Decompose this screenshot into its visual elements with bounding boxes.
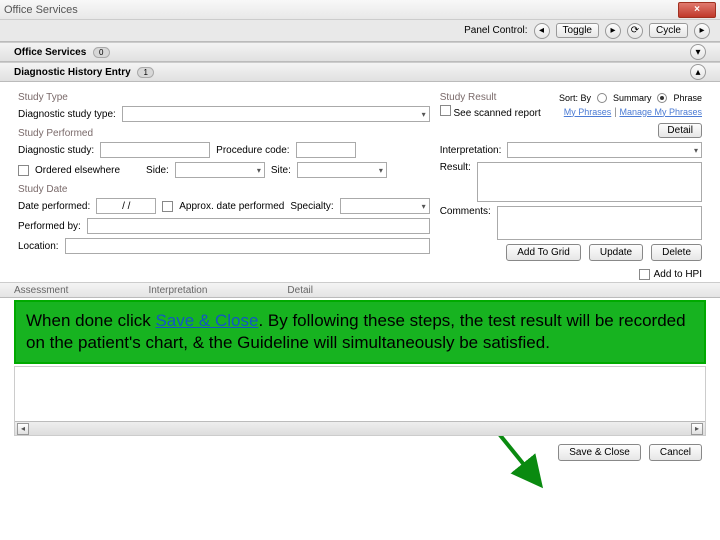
save-close-button[interactable]: Save & Close [558,444,641,461]
grid-col-assessment: Assessment [14,285,148,296]
callout-text-pre: When done click [26,311,155,330]
study-result-group-label: Study Result [440,92,497,103]
diag-study-label: Diagnostic study: [18,145,94,156]
panel-prev-button[interactable]: ◂ [534,23,550,39]
section-count-badge: 1 [137,67,153,78]
panel-refresh-button[interactable]: ⟳ [627,23,643,39]
dialog-footer: Save & Close Cancel [0,436,720,469]
site-label: Site: [271,165,291,176]
specialty-label: Specialty: [290,201,333,212]
add-hpi-checkbox[interactable] [639,269,650,280]
section-count-badge: 0 [93,47,109,58]
close-icon: × [694,4,700,15]
location-label: Location: [18,241,59,252]
section-office-services: Office Services 0 ▾ [0,42,720,62]
procedure-code-input[interactable] [296,142,356,158]
date-performed-input[interactable] [96,198,156,214]
result-label: Result: [440,162,471,173]
scroll-right-button[interactable]: ▸ [691,423,703,435]
section-title: Office Services [14,47,86,58]
procedure-code-label: Procedure code: [216,145,289,156]
specialty-dropdown[interactable] [340,198,430,214]
study-performed-group-label: Study Performed [18,128,430,139]
my-phrases-link[interactable]: My Phrases [564,107,612,117]
panel-cycle-button[interactable]: Cycle [649,23,688,38]
grid-list-area: ◂ ▸ [14,366,706,436]
manage-phrases-link[interactable]: Manage My Phrases [619,107,702,117]
detail-button[interactable]: Detail [658,123,702,138]
add-hpi-row: Add to HPI [0,267,720,282]
sort-by-label: Sort: By [559,93,591,103]
side-dropdown[interactable] [175,162,265,178]
section-collapse-button[interactable]: ▴ [690,64,706,80]
grid-col-detail: Detail [287,285,393,296]
sort-summary-radio[interactable] [597,93,607,103]
section-diag-history: Diagnostic History Entry 1 ▴ [0,62,720,82]
location-input[interactable] [65,238,430,254]
section-title: Diagnostic History Entry [14,67,131,78]
interpretation-dropdown[interactable] [507,142,702,158]
horizontal-scrollbar[interactable]: ◂ ▸ [15,421,705,435]
site-dropdown[interactable] [297,162,387,178]
instruction-callout: When done click Save & Close. By followi… [14,300,706,364]
add-hpi-label: Add to HPI [654,269,702,280]
panel-next-button[interactable]: ▸ [605,23,621,39]
callout-save-close-text: Save & Close [155,311,258,330]
result-textarea[interactable] [477,162,702,202]
panel-control-label: Panel Control: [464,25,527,36]
sort-phrase-label: Phrase [673,93,702,103]
study-type-group-label: Study Type [18,92,430,103]
update-button[interactable]: Update [589,244,643,261]
grid-col-interpretation: Interpretation [148,285,287,296]
scroll-left-button[interactable]: ◂ [17,423,29,435]
diag-study-type-dropdown[interactable] [122,106,430,122]
sort-summary-label: Summary [613,93,652,103]
panel-control-bar: Panel Control: ◂ Toggle ▸ ⟳ Cycle ▸ [0,20,720,42]
section-expand-button[interactable]: ▾ [690,44,706,60]
delete-button[interactable]: Delete [651,244,702,261]
form-right-column: Study Result Sort: By Summary Phrase See… [440,92,702,261]
interpretation-label: Interpretation: [440,145,502,156]
comments-label: Comments: [440,206,491,217]
ordered-elsewhere-checkbox[interactable] [18,165,29,176]
diag-study-type-label: Diagnostic study type: [18,109,116,120]
panel-cycle-next-button[interactable]: ▸ [694,23,710,39]
cancel-button[interactable]: Cancel [649,444,702,461]
panel-toggle-button[interactable]: Toggle [556,23,599,38]
performed-by-label: Performed by: [18,221,81,232]
diag-history-form: Study Type Diagnostic study type: Study … [0,82,720,267]
approx-date-label: Approx. date performed [179,201,284,212]
window-title: Office Services [4,4,78,16]
see-scanned-label: See scanned report [453,108,540,119]
study-date-group-label: Study Date [18,184,430,195]
window-close-button[interactable]: × [678,2,716,18]
approx-date-checkbox[interactable] [162,201,173,212]
performed-by-input[interactable] [87,218,430,234]
comments-textarea[interactable] [497,206,702,240]
add-to-grid-button[interactable]: Add To Grid [506,244,581,261]
side-label: Side: [146,165,169,176]
ordered-elsewhere-label: Ordered elsewhere [35,165,120,176]
grid-columns-bar: Assessment Interpretation Detail [0,282,720,298]
form-left-column: Study Type Diagnostic study type: Study … [18,92,430,261]
diag-study-input[interactable] [100,142,210,158]
sort-phrase-radio[interactable] [657,93,667,103]
see-scanned-checkbox[interactable] [440,105,451,116]
window-titlebar: Office Services × [0,0,720,20]
date-performed-label: Date performed: [18,201,90,212]
